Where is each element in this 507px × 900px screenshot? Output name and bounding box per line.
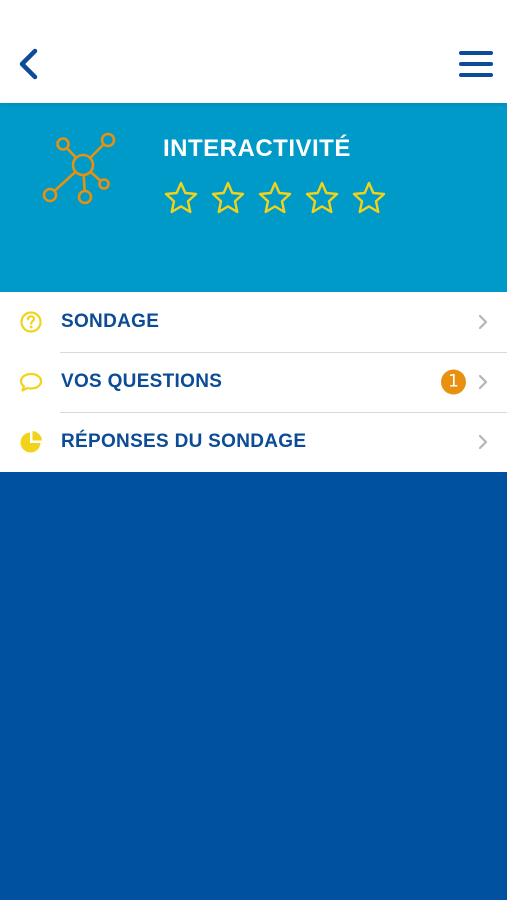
star-icon[interactable] [351, 180, 387, 216]
hamburger-menu-icon [459, 51, 493, 77]
page-title: INTERACTIVITÉ [163, 135, 351, 162]
star-icon[interactable] [304, 180, 340, 216]
speech-bubble-icon [18, 369, 44, 395]
chevron-right-icon [478, 374, 488, 390]
chevron-right-icon [478, 434, 488, 450]
chevron-left-icon [19, 48, 38, 80]
network-nodes-icon [42, 132, 116, 205]
back-button[interactable] [10, 44, 46, 84]
list-item-reponses-du-sondage[interactable]: RÉPONSES DU SONDAGE [0, 412, 507, 472]
pie-chart-icon [18, 429, 44, 455]
menu-button[interactable] [457, 46, 495, 82]
list-item-vos-questions[interactable]: VOS QUESTIONS 1 [0, 352, 507, 412]
list-item-sondage[interactable]: SONDAGE [0, 292, 507, 352]
content-background [0, 474, 507, 900]
question-circle-icon [18, 309, 44, 335]
star-rating[interactable] [163, 180, 387, 216]
hero-banner: INTERACTIVITÉ [0, 103, 507, 292]
star-icon[interactable] [163, 180, 199, 216]
chevron-right-icon [478, 314, 488, 330]
list-item-label: VOS QUESTIONS [61, 371, 223, 392]
star-icon[interactable] [257, 180, 293, 216]
list-item-label: SONDAGE [61, 311, 160, 332]
menu-list: SONDAGE VOS QUESTIONS 1 RÉPONSES DU SOND… [0, 292, 507, 472]
top-app-bar [0, 0, 507, 103]
star-icon[interactable] [210, 180, 246, 216]
notification-badge: 1 [441, 369, 466, 395]
list-item-label: RÉPONSES DU SONDAGE [61, 431, 307, 452]
